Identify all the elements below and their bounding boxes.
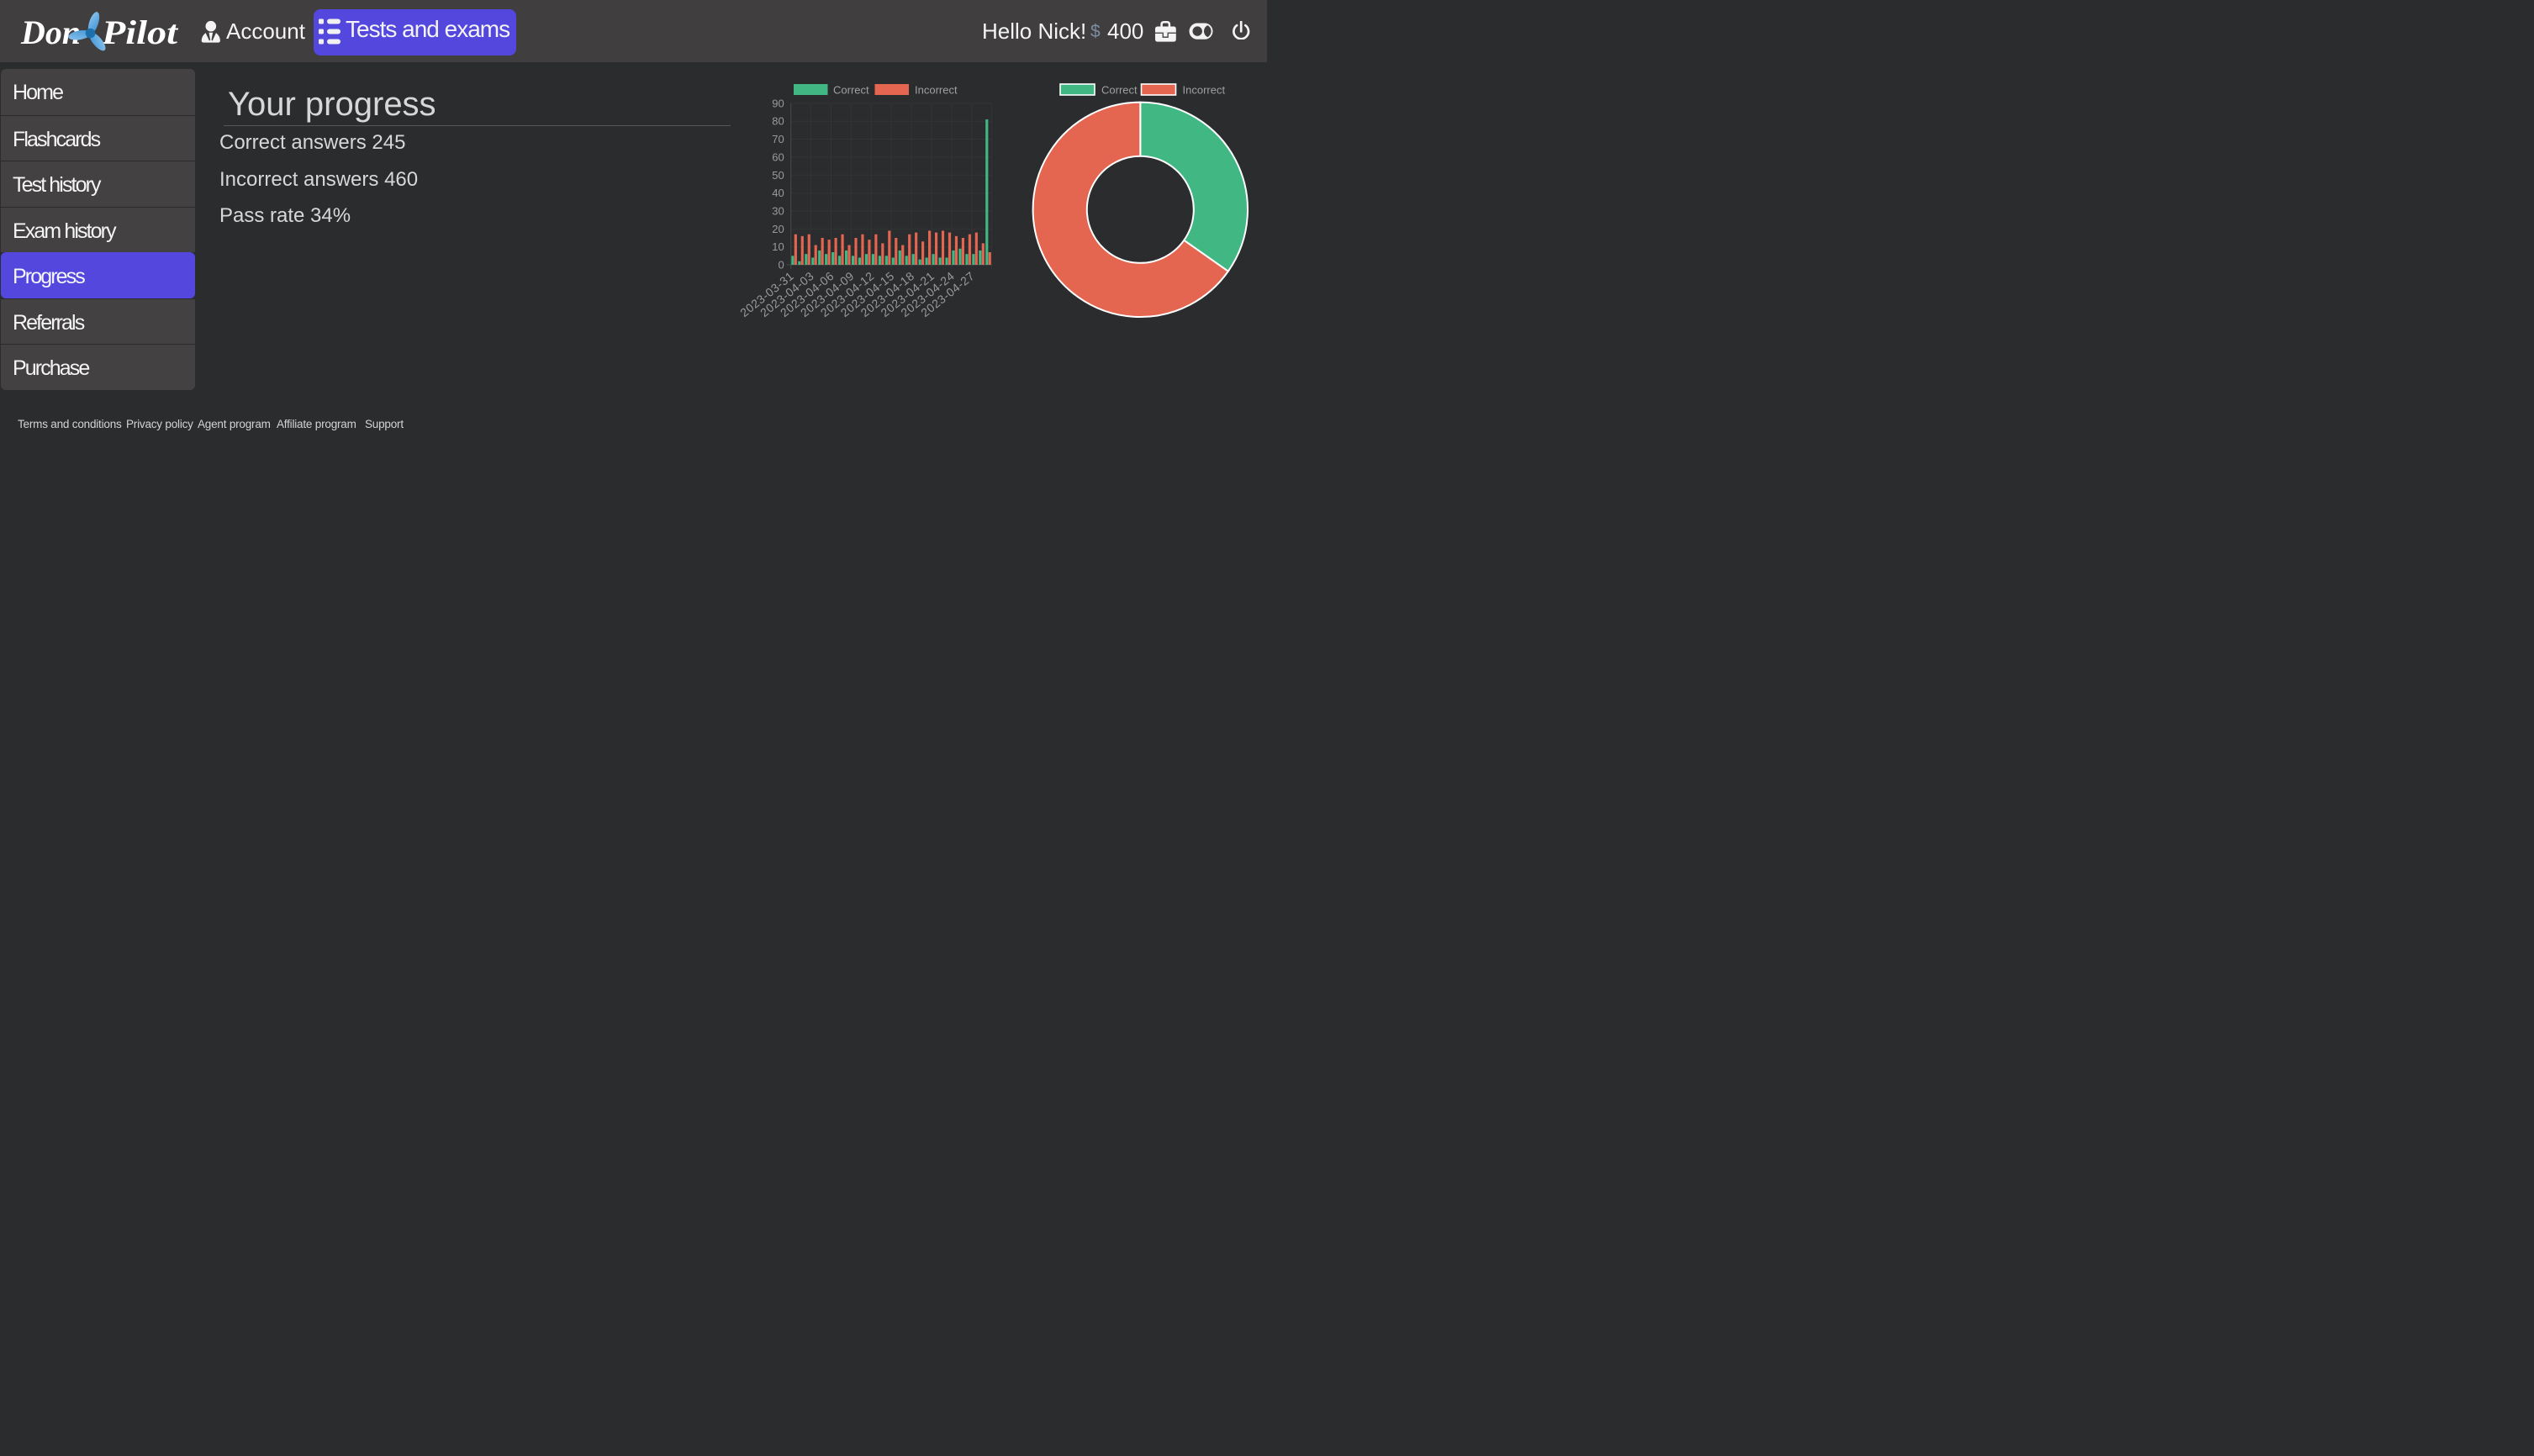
svg-text:90: 90 (772, 97, 784, 109)
svg-text:Incorrect: Incorrect (1183, 84, 1226, 97)
svg-text:Correct: Correct (1101, 84, 1138, 97)
svg-text:70: 70 (772, 133, 784, 145)
svg-text:Correct: Correct (833, 84, 869, 97)
svg-text:0: 0 (779, 259, 784, 272)
svg-text:30: 30 (772, 204, 784, 217)
svg-text:Don: Don (20, 13, 81, 51)
svg-text:20: 20 (772, 223, 784, 235)
svg-text:60: 60 (772, 150, 784, 163)
svg-text:40: 40 (772, 187, 784, 199)
svg-text:10: 10 (772, 240, 784, 253)
svg-text:80: 80 (772, 115, 784, 128)
svg-text:Incorrect: Incorrect (915, 84, 958, 97)
svg-text:Pilot: Pilot (101, 13, 179, 51)
svg-text:50: 50 (772, 169, 784, 182)
